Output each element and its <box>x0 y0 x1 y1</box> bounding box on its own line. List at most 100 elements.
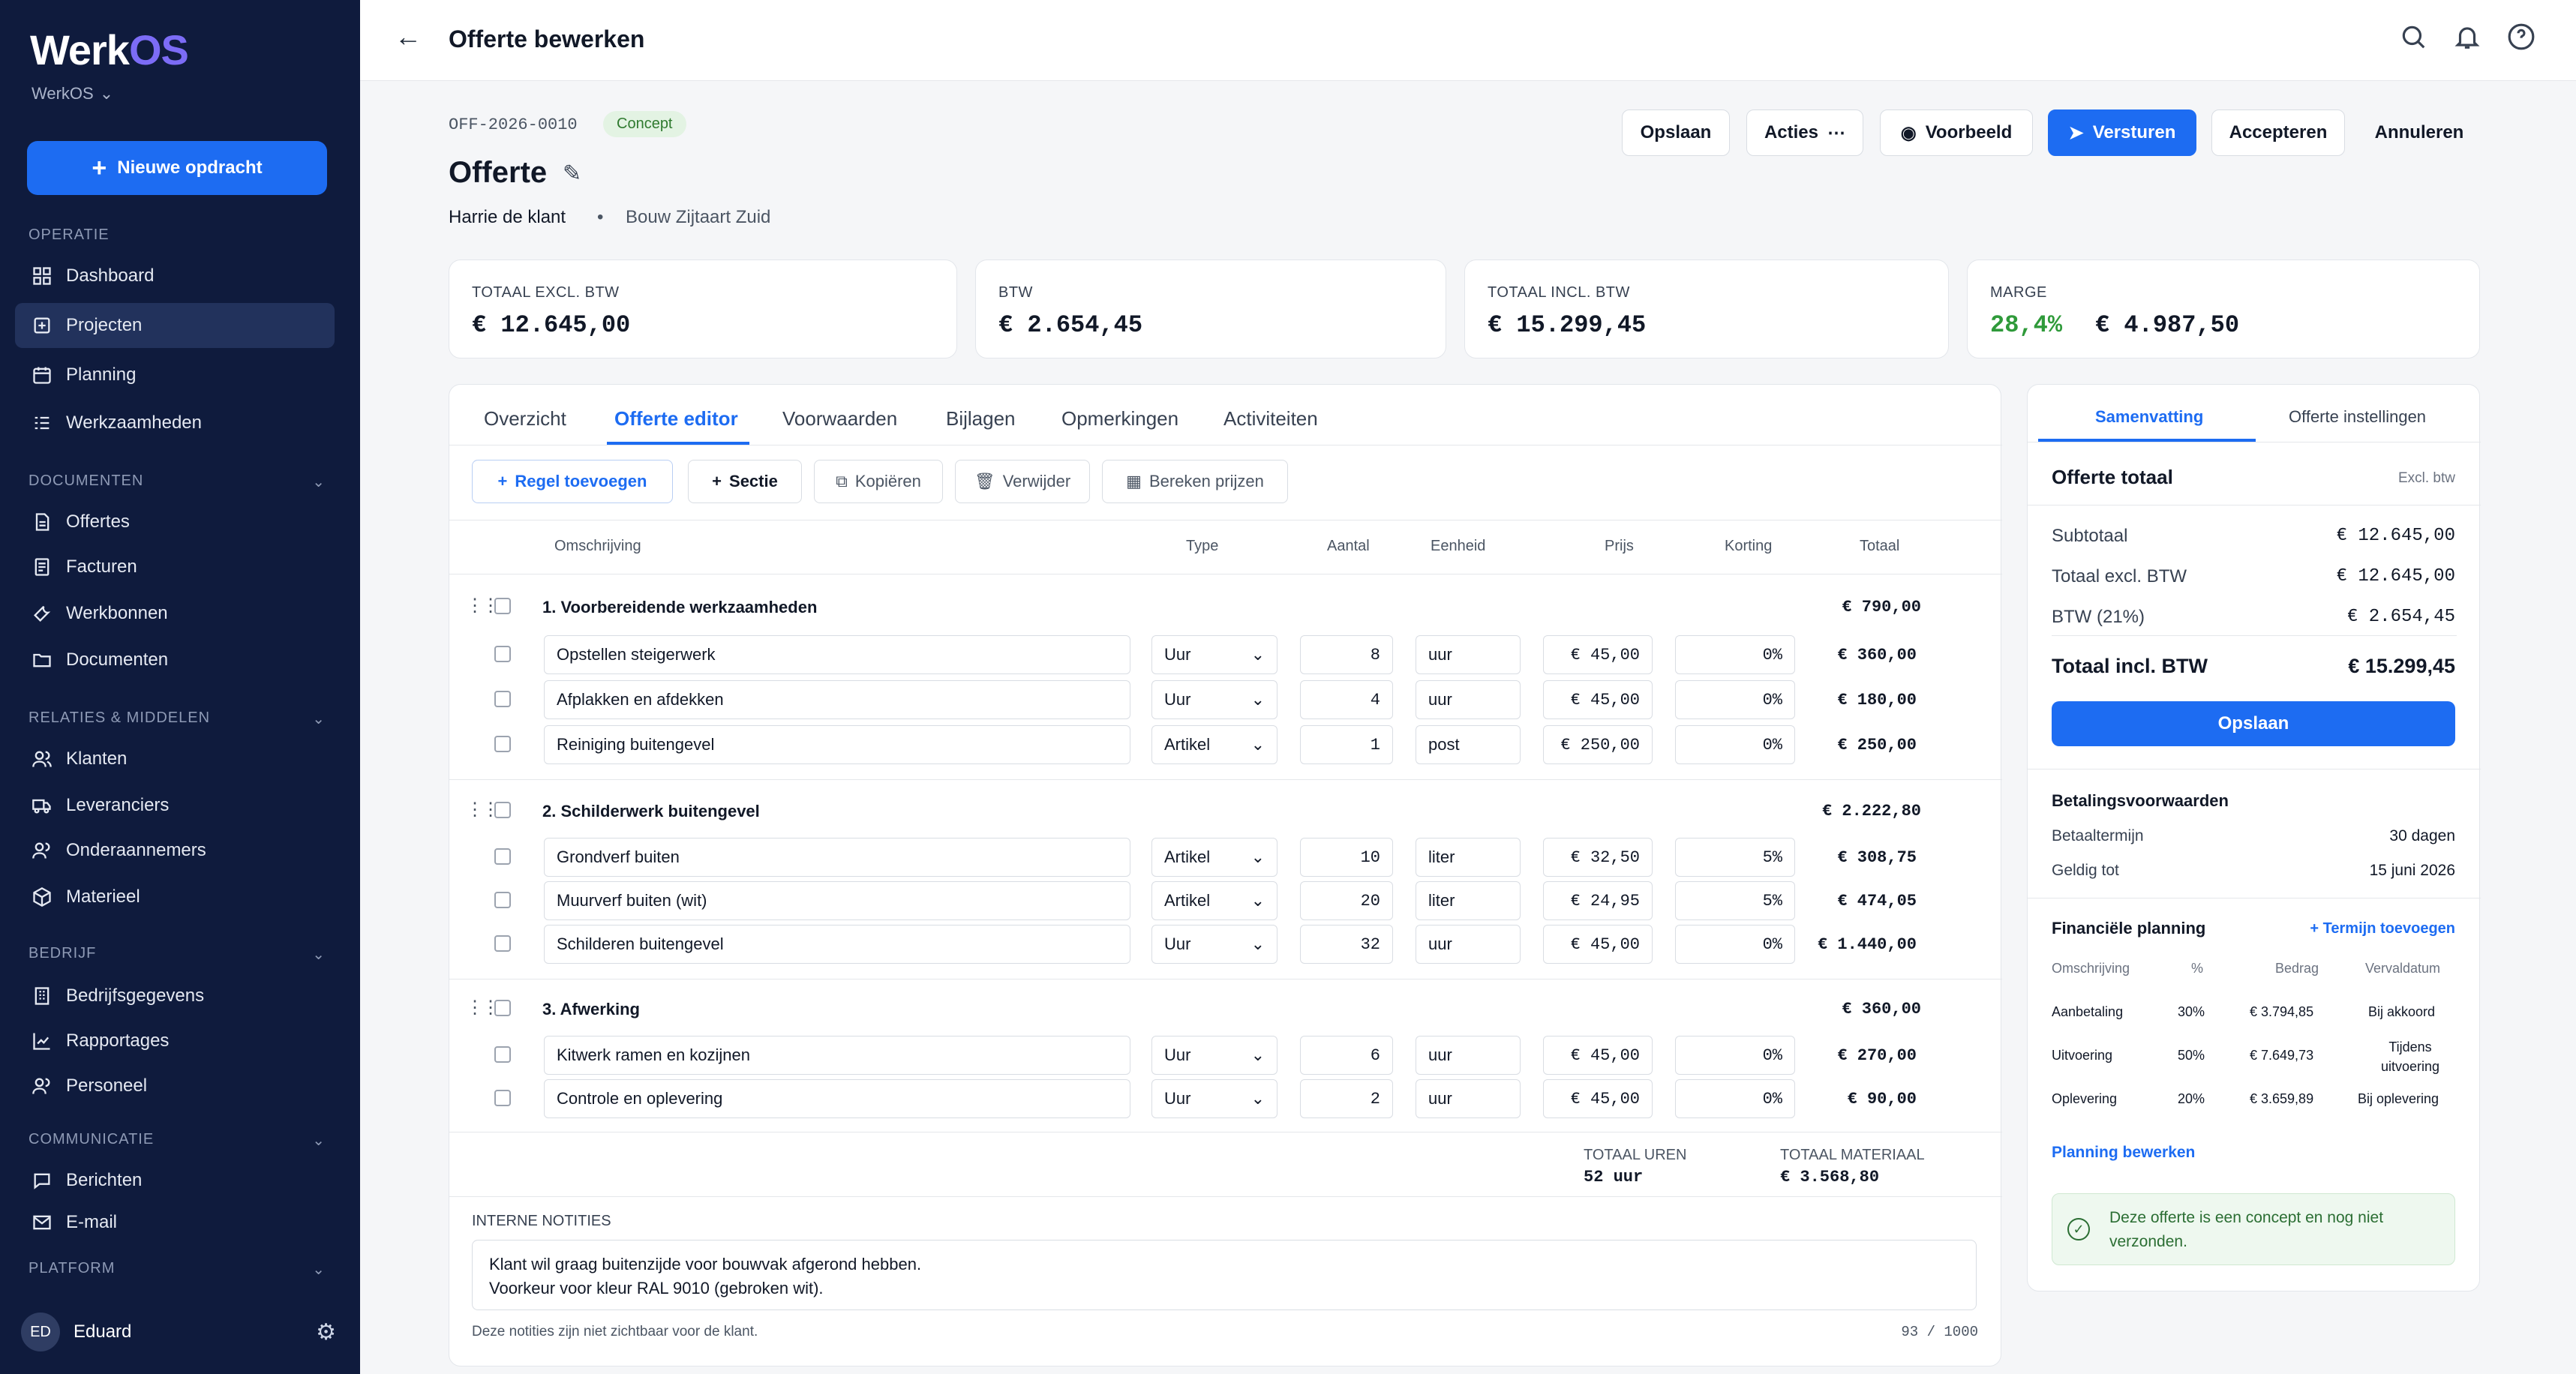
price-input[interactable]: € 45,00 <box>1543 1036 1653 1075</box>
tab-opmerkingen[interactable]: Opmerkingen <box>1061 407 1178 430</box>
nav-klanten[interactable]: Klanten <box>15 736 335 782</box>
price-input[interactable]: € 32,50 <box>1543 838 1653 877</box>
desc-input[interactable]: Controle en oplevering <box>544 1079 1130 1118</box>
discount-input[interactable]: 0% <box>1675 925 1795 964</box>
drag-handle-icon[interactable]: ⋮⋮ <box>466 799 500 820</box>
bell-icon[interactable] <box>2453 22 2486 56</box>
user-menu[interactable]: ED Eduard ⚙ <box>21 1311 336 1353</box>
edit-planning-link[interactable]: Planning bewerken <box>2052 1144 2195 1162</box>
qty-input[interactable]: 32 <box>1300 925 1393 964</box>
delete-button[interactable]: 🗑 Verwijder <box>955 460 1090 503</box>
nav-werkzaamheden[interactable]: Werkzaamheden <box>15 400 335 446</box>
new-order-button[interactable]: + Nieuwe opdracht <box>27 141 327 195</box>
row-checkbox[interactable] <box>494 736 511 752</box>
add-term-link[interactable]: + Termijn toevoegen <box>2310 920 2455 938</box>
row-checkbox[interactable] <box>494 691 511 707</box>
help-icon[interactable] <box>2507 22 2540 56</box>
tab-bijlagen[interactable]: Bijlagen <box>946 407 1016 430</box>
nav-projecten[interactable]: Projecten <box>15 303 335 348</box>
group-checkbox[interactable] <box>494 802 511 818</box>
actions-button[interactable]: Acties ⋯ <box>1746 110 1863 156</box>
nav-planning[interactable]: Planning <box>15 352 335 398</box>
desc-input[interactable]: Opstellen steigerwerk <box>544 635 1130 674</box>
nav-dashboard[interactable]: Dashboard <box>15 254 335 298</box>
tab-voorwaarden[interactable]: Voorwaarden <box>782 407 897 430</box>
price-input[interactable]: € 45,00 <box>1543 635 1653 674</box>
unit-input[interactable]: uur <box>1416 1036 1521 1075</box>
nav-offertes[interactable]: Offertes <box>15 500 335 544</box>
row-checkbox[interactable] <box>494 848 511 865</box>
back-arrow-icon[interactable]: ← <box>395 21 422 52</box>
pencil-icon[interactable]: ✎ <box>563 160 581 187</box>
type-select[interactable]: Uur ⌄ <box>1151 1079 1277 1118</box>
send-button[interactable]: ➤ Versturen <box>2048 110 2196 156</box>
qty-input[interactable]: 4 <box>1300 680 1393 719</box>
discount-input[interactable]: 0% <box>1675 1036 1795 1075</box>
discount-input[interactable]: 0% <box>1675 1079 1795 1118</box>
type-select[interactable]: Artikel ⌄ <box>1151 725 1277 764</box>
section-platform[interactable]: PLATFORM ⌄ <box>29 1260 326 1279</box>
type-select[interactable]: Artikel ⌄ <box>1151 881 1277 920</box>
row-checkbox[interactable] <box>494 935 511 952</box>
row-checkbox[interactable] <box>494 1090 511 1106</box>
nav-bedrijfsgegevens[interactable]: Bedrijfsgegevens <box>15 974 335 1018</box>
type-select[interactable]: Artikel ⌄ <box>1151 838 1277 877</box>
tab-samenvatting[interactable]: Samenvatting <box>2095 407 2203 427</box>
discount-input[interactable]: 5% <box>1675 838 1795 877</box>
section-communicatie[interactable]: COMMUNICATIE ⌄ <box>29 1131 326 1150</box>
nav-documenten[interactable]: Documenten <box>15 638 335 682</box>
discount-input[interactable]: 5% <box>1675 881 1795 920</box>
unit-input[interactable]: uur <box>1416 680 1521 719</box>
unit-input[interactable]: uur <box>1416 925 1521 964</box>
type-select[interactable]: Uur ⌄ <box>1151 925 1277 964</box>
preview-button[interactable]: ◉ Voorbeeld <box>1880 110 2033 156</box>
desc-input[interactable]: Reiniging buitengevel <box>544 725 1130 764</box>
nav-personeel[interactable]: Personeel <box>15 1064 335 1108</box>
copy-button[interactable]: ⧉ Kopiëren <box>814 460 943 503</box>
tab-offerte-instellingen[interactable]: Offerte instellingen <box>2289 407 2426 427</box>
type-select[interactable]: Uur ⌄ <box>1151 1036 1277 1075</box>
desc-input[interactable]: Schilderen buitengevel <box>544 925 1130 964</box>
price-input[interactable]: € 45,00 <box>1543 925 1653 964</box>
unit-input[interactable]: liter <box>1416 881 1521 920</box>
search-icon[interactable] <box>2399 22 2432 56</box>
discount-input[interactable]: 0% <box>1675 725 1795 764</box>
type-select[interactable]: Uur ⌄ <box>1151 635 1277 674</box>
add-line-button[interactable]: + Regel toevoegen <box>472 460 673 503</box>
group-checkbox[interactable] <box>494 1000 511 1016</box>
tab-activiteiten[interactable]: Activiteiten <box>1223 407 1318 430</box>
notes-textarea[interactable]: Klant wil graag buitenzijde voor bouwvak… <box>472 1240 1977 1310</box>
desc-input[interactable]: Grondverf buiten <box>544 838 1130 877</box>
gear-icon[interactable]: ⚙ <box>316 1319 336 1346</box>
row-checkbox[interactable] <box>494 892 511 908</box>
cancel-button[interactable]: Annuleren <box>2360 110 2478 156</box>
nav-rapportages[interactable]: Rapportages <box>15 1018 335 1064</box>
qty-input[interactable]: 2 <box>1300 1079 1393 1118</box>
price-input[interactable]: € 250,00 <box>1543 725 1653 764</box>
price-input[interactable]: € 24,95 <box>1543 881 1653 920</box>
accept-button[interactable]: Accepteren <box>2211 110 2345 156</box>
nav-materieel[interactable]: Materieel <box>15 874 335 920</box>
type-select[interactable]: Uur ⌄ <box>1151 680 1277 719</box>
tab-overzicht[interactable]: Overzicht <box>484 407 566 430</box>
nav-werkbonnen[interactable]: Werkbonnen <box>15 591 335 636</box>
row-checkbox[interactable] <box>494 1046 511 1063</box>
nav-facturen[interactable]: Facturen <box>15 544 335 590</box>
save-button[interactable]: Opslaan <box>1622 110 1730 156</box>
qty-input[interactable]: 1 <box>1300 725 1393 764</box>
desc-input[interactable]: Muurverf buiten (wit) <box>544 881 1130 920</box>
price-input[interactable]: € 45,00 <box>1543 1079 1653 1118</box>
save-button[interactable]: Opslaan <box>2052 701 2455 746</box>
nav-email[interactable]: E-mail <box>15 1200 335 1245</box>
group-checkbox[interactable] <box>494 598 511 614</box>
drag-handle-icon[interactable]: ⋮⋮ <box>466 997 500 1018</box>
qty-input[interactable]: 6 <box>1300 1036 1393 1075</box>
workspace-switcher[interactable]: WerkOS ⌄ <box>32 84 113 104</box>
add-section-button[interactable]: + Sectie <box>688 460 802 503</box>
qty-input[interactable]: 20 <box>1300 881 1393 920</box>
section-bedrijf[interactable]: BEDRIJF ⌄ <box>29 945 326 964</box>
qty-input[interactable]: 8 <box>1300 635 1393 674</box>
unit-input[interactable]: liter <box>1416 838 1521 877</box>
calculate-prices-button[interactable]: ▦ Bereken prijzen <box>1102 460 1288 503</box>
unit-input[interactable]: uur <box>1416 635 1521 674</box>
